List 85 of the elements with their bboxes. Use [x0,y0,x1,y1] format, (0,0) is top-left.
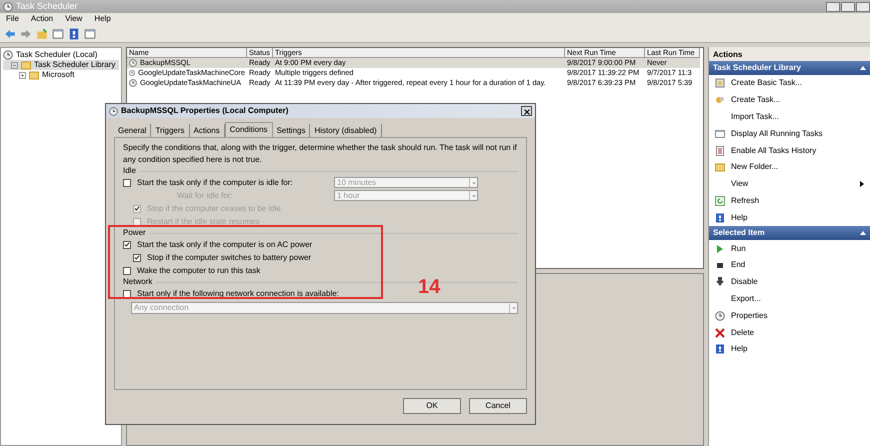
collapse-icon [12,62,17,68]
command-link[interactable]: Disable [709,274,870,291]
command-link[interactable]: Create Task... [709,92,870,109]
tree-item[interactable]: Task Scheduler Library [3,60,119,70]
menu-item[interactable]: Action [30,13,54,25]
wizard-icon [715,78,725,88]
close-icon [523,108,531,116]
check-icon [134,205,140,212]
menu-item[interactable]: Help [94,13,111,25]
tab[interactable]: Settings [272,124,310,137]
checkbox-label: Stop if the computer ceases to be idle [147,202,281,214]
clock-icon [715,310,725,321]
tree-item[interactable]: Task Scheduler (Local) [3,50,119,60]
intro-text: Specify the conditions that, along with the trigger, determine whether the task should run. The task will not run if any condition specified here is not true. [123,142,518,166]
pane-header: Actions [709,47,870,61]
caret-icon [470,180,476,186]
checkbox-label: Wait for idle for: [177,190,233,202]
folder-icon [715,162,725,172]
command-link[interactable]: Help [709,340,870,358]
tab[interactable]: Conditions [224,122,273,137]
tab[interactable]: History (disabled) [310,124,382,137]
command-link[interactable]: End [709,256,870,274]
command-link[interactable]: View [709,176,870,193]
checkbox[interactable] [123,178,131,186]
task-icon [715,95,725,106]
step-number: 14 [418,277,440,297]
checkbox-label: Restart if the idle state resumes [147,216,260,228]
ok-button[interactable]: OK [403,398,461,414]
checkbox-label: Wake the computer to run this task [137,264,260,276]
delete-icon [715,328,725,338]
menu-item[interactable]: View [65,13,82,25]
arrow-down-icon [715,277,725,288]
group-label: Idle [123,165,136,177]
tab[interactable]: Triggers [151,124,190,137]
checkbox-label: Start the task only if the computer is on AC power [137,238,312,250]
list-icon [715,146,725,156]
command-link[interactable]: New Folder... [709,158,870,176]
window-title: Task Scheduler [16,0,78,13]
command-link[interactable]: Enable All Tasks History [709,142,870,159]
minimize-button[interactable] [826,2,840,12]
command-link[interactable]: Help [709,209,870,226]
command-link[interactable]: Refresh [709,192,870,210]
window-icon [52,28,64,40]
checkbox[interactable] [133,254,141,262]
group-label: Power [123,227,146,239]
checkbox-label: Start the task only if the computer is idle for: [137,176,293,188]
section-header[interactable]: Task Scheduler Library [709,61,870,75]
checkbox-label: Stop if the computer switches to battery power [147,252,312,264]
command-link[interactable]: Delete [709,324,870,341]
checkbox[interactable] [123,266,131,274]
dialog-title: BackupMSSQL Properties (Local Computer) [121,105,288,117]
play-icon [715,244,725,254]
cancel-button[interactable]: Cancel [469,398,527,414]
close-button[interactable] [521,106,532,116]
folder-icon [36,28,48,40]
stop-icon [715,260,725,270]
command-link[interactable]: Import Task... [709,108,870,126]
clock-icon [129,59,137,67]
command-link[interactable]: Export... [709,290,870,308]
section-header[interactable]: Selected Item [709,226,870,240]
submenu-arrow-icon [860,181,864,188]
group-label: Network [123,276,152,288]
clock-icon [109,106,118,116]
window-icon [84,28,96,40]
checkbox-label: Start only if the following network connection is available: [137,288,339,300]
tab[interactable]: General [114,124,152,137]
forward-icon [20,28,32,40]
clock-icon [3,50,13,60]
clock-icon [129,79,137,87]
refresh-icon [715,196,725,206]
window-icon [715,128,725,139]
command-link[interactable]: Display All Running Tasks [709,125,870,142]
maximize-button[interactable] [841,2,855,12]
back-icon [4,28,16,40]
expand-icon [20,72,25,78]
checkbox[interactable] [123,240,131,248]
command-link[interactable]: Create Basic Task... [709,75,870,92]
menu-item[interactable]: File [6,13,19,25]
caret-icon [470,192,476,198]
command-link[interactable]: Properties [709,307,870,324]
checkbox[interactable] [123,290,131,298]
tree-item[interactable]: Microsoft [3,70,119,80]
command-link[interactable]: Run [709,240,870,257]
clock-icon [129,69,136,77]
caret-icon [510,305,516,311]
